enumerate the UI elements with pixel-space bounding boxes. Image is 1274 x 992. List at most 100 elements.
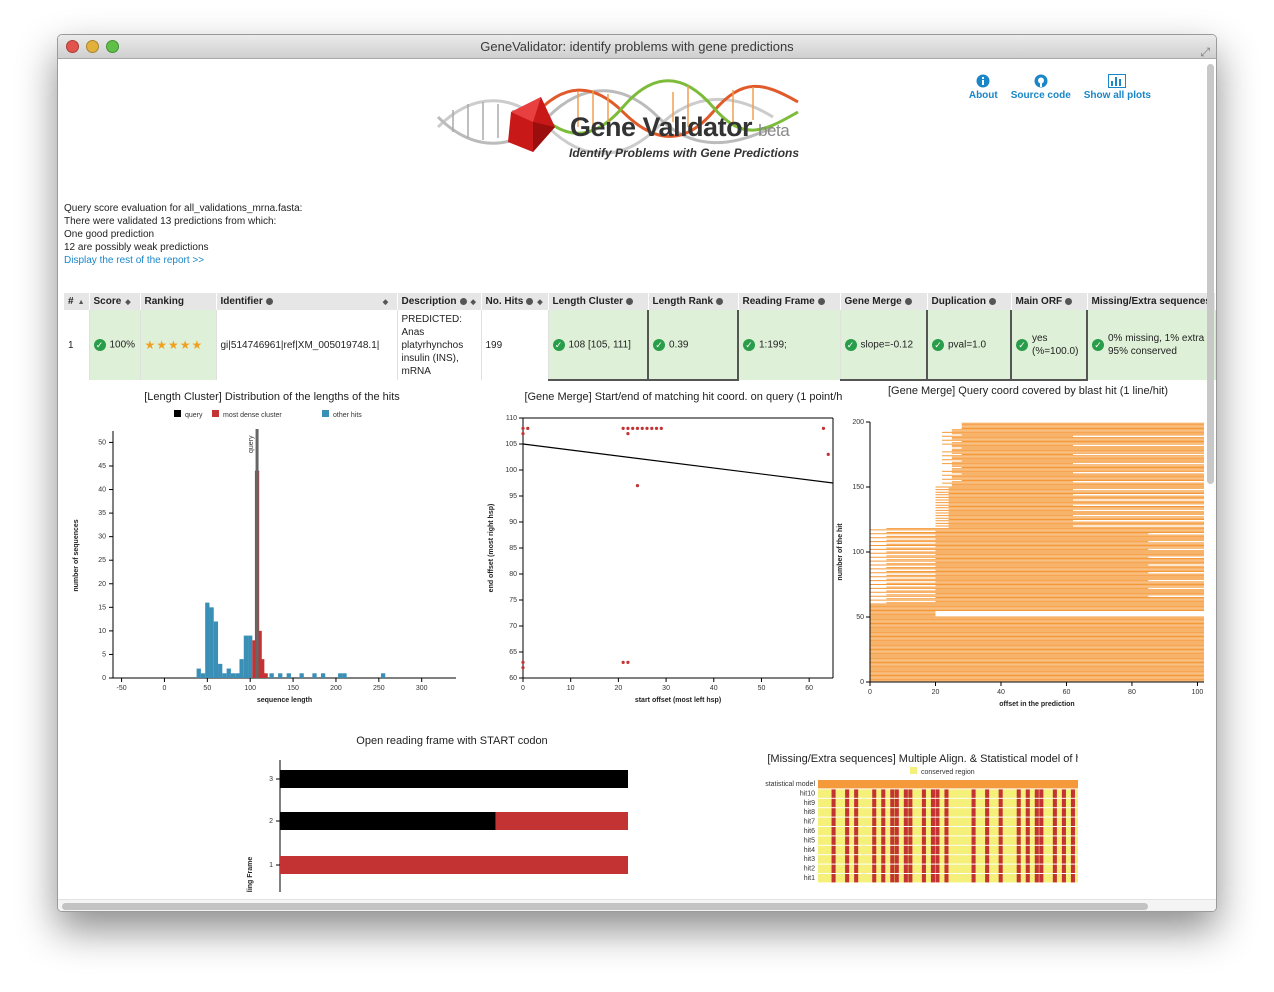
alignment-cell [872, 845, 877, 855]
alignment-cell [894, 874, 899, 883]
alignment-cell [894, 864, 899, 873]
reading-frame-cell[interactable]: ✓ 1:199; [738, 310, 841, 380]
column-header-score[interactable]: Score ◆ [89, 293, 141, 310]
alignment-cell [1034, 845, 1039, 855]
help-icon [265, 297, 273, 305]
alignment-cell [1061, 874, 1066, 883]
chart-title: Open reading frame with START codon [356, 735, 547, 747]
show-all-plots-link[interactable]: Show all plots [1084, 74, 1151, 101]
scatter-point [521, 666, 525, 670]
alignment-cell [903, 827, 908, 836]
alignment-cell [985, 817, 990, 826]
row-label: hit3 [804, 856, 815, 863]
bar-dense-cluster [263, 673, 268, 678]
horizontal-scrollbar[interactable] [62, 903, 1148, 910]
alignment-cell [894, 855, 899, 864]
table-row[interactable]: 1 ✓ 100% ★★★★★ gi|514746961|ref|XM_005019… [64, 310, 1216, 381]
bar-other-hit [342, 673, 347, 678]
alignment-cell [1070, 789, 1075, 798]
scatter-point [626, 660, 630, 664]
column-header-duplication[interactable]: Duplication [927, 293, 1012, 310]
y-tick-label: 150 [852, 484, 864, 491]
legend-label: most dense cluster [223, 412, 282, 419]
alignment-cell [845, 836, 850, 845]
sort-icon: ◆ [470, 299, 476, 306]
gene-merge-scatter-chart: [Gene Merge] Start/end of matching hit c… [488, 391, 843, 704]
y-axis-label: Reading Frame [247, 857, 254, 892]
column-header-length-rank[interactable]: Length Rank [648, 293, 739, 310]
alignment-cell [872, 864, 877, 873]
bar-other-hit [196, 668, 201, 678]
alignment-cell [921, 874, 926, 883]
check-icon: ✓ [93, 339, 106, 351]
alignment-cell [845, 827, 850, 836]
alignment-cell [1034, 874, 1039, 883]
alignment-cell [890, 845, 895, 855]
minimize-window-button[interactable] [86, 40, 99, 53]
sort-icon: ◆ [382, 299, 389, 306]
alignment-cell [890, 827, 895, 836]
ranking-cell: ★★★★★ [140, 310, 217, 380]
duplication-cell[interactable]: ✓ pval=1.0 [927, 310, 1012, 381]
close-window-button[interactable] [66, 40, 79, 53]
length-rank-cell[interactable]: ✓ 0.39 [648, 310, 739, 381]
main-orf-cell[interactable]: ✓ yes (%=100.0) [1011, 310, 1088, 381]
column-header-main-orf[interactable]: Main ORF [1011, 293, 1088, 310]
query-line [255, 429, 259, 678]
column-header-reading-frame[interactable]: Reading Frame [738, 293, 841, 310]
column-header-no-hits[interactable]: No. Hits ◆ [481, 293, 549, 310]
length-cluster-cell[interactable]: ✓ 108 [105, 111] [548, 310, 649, 381]
alignment-cell [1034, 864, 1039, 873]
alignment-cell [872, 808, 877, 817]
column-header-gene-merge[interactable]: Gene Merge [840, 293, 928, 310]
y-tick-label: 90 [509, 519, 517, 526]
alignment-cell [854, 864, 859, 873]
alignment-cell [1016, 789, 1021, 798]
alignment-cell [935, 855, 940, 864]
y-tick-label: 5 [102, 651, 106, 658]
alignment-cell [894, 798, 899, 808]
alignment-cell [854, 817, 859, 826]
scatter-point [654, 426, 659, 430]
gene-merge-cell[interactable]: ✓ slope=-0.12 [840, 310, 928, 381]
horizontal-scrollbar-track [58, 899, 1216, 911]
vertical-scrollbar[interactable] [1207, 64, 1214, 484]
column-header-length-cluster[interactable]: Length Cluster [548, 293, 649, 310]
display-rest-of-report-link[interactable]: Display the rest of the report >> [64, 255, 204, 266]
alignment-cell [930, 874, 935, 883]
column-header-ranking[interactable]: Ranking [140, 293, 217, 310]
column-header-missing-extra[interactable]: Missing/Extra sequences [1087, 293, 1216, 310]
y-tick-label: 15 [98, 604, 106, 611]
alignment-cell [921, 864, 926, 873]
about-link[interactable]: About [969, 74, 998, 101]
alignment-cell [930, 789, 935, 798]
y-tick-label: 50 [98, 439, 106, 446]
bar-other-hit [200, 673, 206, 678]
top-links: About Source code Show all plots [969, 74, 1151, 101]
alignment-cell [1016, 808, 1021, 817]
alignment-cell [831, 808, 836, 817]
alignment-cell [971, 827, 976, 836]
alignment-cell [998, 798, 1003, 808]
alignment-cell [935, 836, 940, 845]
x-tick-label: 300 [416, 685, 428, 692]
column-header-description[interactable]: Description ◆ [397, 293, 482, 310]
bar-other-hit [338, 673, 343, 678]
alignment-cell [1016, 836, 1021, 845]
alignment-cell [998, 808, 1003, 817]
y-tick-label: 35 [98, 510, 106, 517]
frame-label: 2 [269, 818, 273, 825]
column-header-num[interactable]: # ▲ [64, 293, 90, 310]
row-label: hit5 [804, 837, 815, 844]
alignment-cell [903, 855, 908, 864]
column-header-identifier[interactable]: Identifier ◆ [216, 293, 398, 310]
summary-text: Query score evaluation for all_validatio… [64, 202, 302, 267]
title-bar: GeneValidator: identify problems with ge… [58, 35, 1216, 59]
scatter-point [640, 426, 644, 430]
alignment-cell [971, 864, 976, 873]
maximize-window-button[interactable] [106, 40, 119, 53]
source-code-link[interactable]: Source code [1011, 74, 1071, 101]
alignment-cell [921, 808, 926, 817]
alignment-cell [854, 789, 859, 798]
missing-extra-cell[interactable]: ✓ 0% missing, 1% extra 95% conserved [1087, 310, 1216, 380]
